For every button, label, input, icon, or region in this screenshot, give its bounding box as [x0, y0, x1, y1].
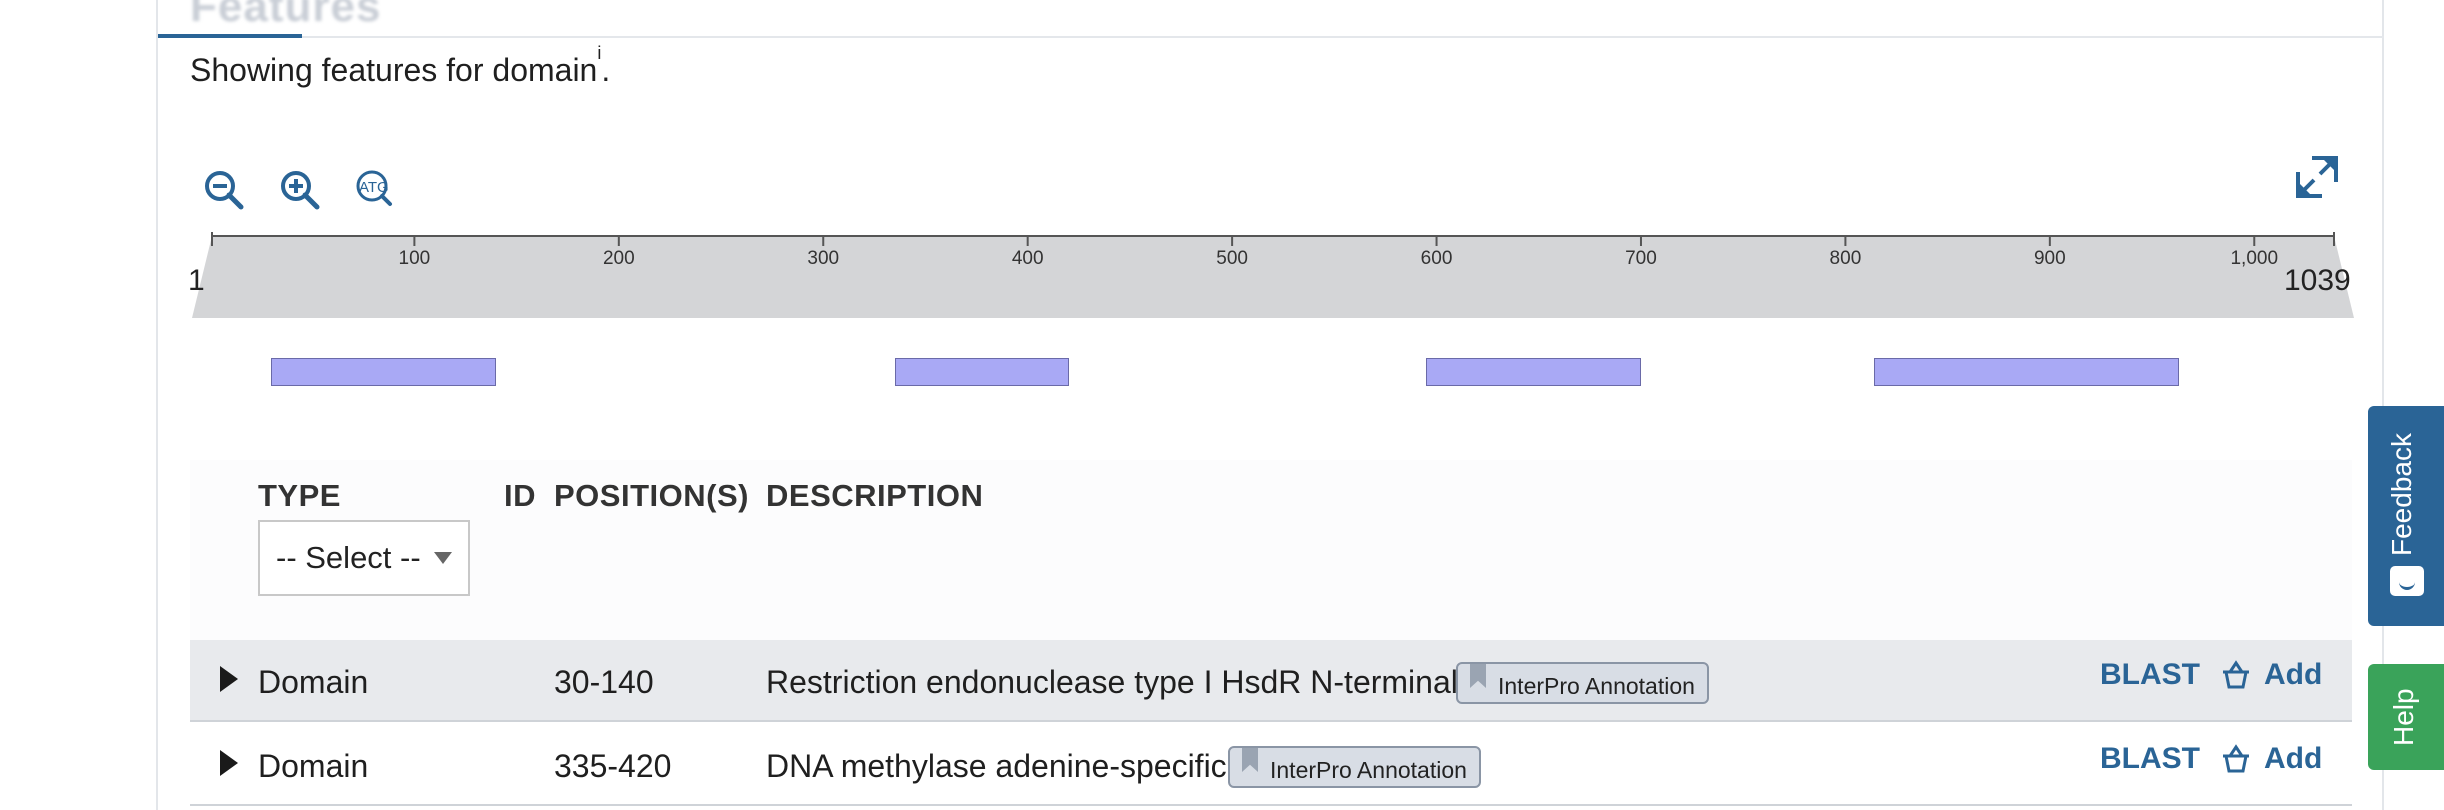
help-tab[interactable]: Help [2368, 664, 2444, 770]
type-filter-value: -- Select -- [276, 540, 421, 575]
ruler-tick-label: 300 [807, 248, 840, 269]
ruler-tick-label: 400 [1011, 248, 1044, 269]
ruler-tick-label: 200 [602, 248, 635, 269]
header-type[interactable]: TYPE [258, 478, 341, 514]
row-position: 30-140 [554, 664, 654, 700]
ruler-background [192, 232, 2354, 318]
blast-link[interactable]: BLAST [2100, 658, 2200, 692]
section-title: Features [190, 0, 382, 31]
bookmark-icon [1470, 664, 1486, 688]
header-id[interactable]: ID [504, 478, 536, 514]
ruler-end: 1039 [2284, 264, 2351, 297]
showing-text: Showing features for domaini. [190, 43, 611, 89]
badge-label: InterPro Annotation [1270, 757, 1467, 783]
row-position: 335-420 [554, 748, 672, 784]
title-accent [158, 34, 302, 38]
row-description: DNA methylase adenine-specific [766, 748, 1227, 784]
showing-label: Showing features for domain [190, 52, 598, 88]
interpro-badge[interactable]: InterPro Annotation [1228, 746, 1481, 788]
zoom-out-icon[interactable] [202, 168, 246, 212]
position-ruler: 100 200 300 400 500 600 700 800 900 1,000 1 1039 [188, 232, 2354, 318]
domain-feature-bar[interactable] [271, 358, 497, 386]
info-superscript[interactable]: i [597, 43, 601, 63]
table-header: TYPE ID POSITION(S) DESCRIPTION -- Selec… [190, 460, 2352, 640]
basket-icon[interactable] [2220, 744, 2252, 774]
ruler-tick-label: 700 [1625, 248, 1657, 269]
ruler-start: 1 [188, 264, 205, 297]
row-type: Domain [258, 664, 369, 700]
ruler-tick-label: 100 [398, 248, 431, 269]
bookmark-icon [1242, 748, 1258, 772]
type-filter-select[interactable]: -- Select -- [258, 520, 470, 596]
showing-suffix: . [601, 52, 611, 88]
domain-feature-bar[interactable] [1426, 358, 1641, 386]
feedback-tab[interactable]: Feedback [2368, 406, 2444, 626]
expand-icon[interactable] [2294, 154, 2340, 200]
ruler-tick-label: 1,000 [2230, 248, 2279, 269]
features-card: Features Showing features for domaini. A… [156, 0, 2384, 810]
row-description: Restriction endonuclease type I HsdR N-t… [766, 664, 1458, 700]
add-to-basket-link[interactable]: Add [2264, 658, 2322, 692]
ruler-tick-label: 600 [1420, 248, 1453, 269]
table-row[interactable]: Domain 30-140 Restriction endonuclease t… [190, 640, 2352, 722]
add-to-basket-link[interactable]: Add [2264, 742, 2322, 776]
row-type: Domain [258, 748, 369, 784]
blast-link[interactable]: BLAST [2100, 742, 2200, 776]
feedback-label: Feedback [2386, 433, 2417, 556]
expand-row-icon[interactable] [220, 666, 238, 692]
badge-label: InterPro Annotation [1498, 673, 1695, 699]
zoom-in-icon[interactable] [278, 168, 322, 212]
interpro-badge[interactable]: InterPro Annotation [1456, 662, 1709, 704]
ruler-tick-label: 900 [2033, 248, 2066, 269]
basket-icon[interactable] [2220, 660, 2252, 690]
expand-row-icon[interactable] [220, 750, 238, 776]
ruler-tick-label: 500 [1216, 248, 1248, 269]
domain-feature-bar[interactable] [894, 358, 1069, 386]
page: Features Showing features for domaini. A… [0, 0, 2444, 810]
header-description[interactable]: DESCRIPTION [766, 478, 983, 514]
domain-feature-bar[interactable] [1874, 358, 2179, 386]
title-divider [158, 36, 2384, 38]
chevron-down-icon [434, 552, 452, 564]
ruler-tick-label: 800 [1829, 248, 1862, 269]
atg-label: ATG [359, 179, 389, 196]
chat-icon [2390, 566, 2424, 596]
sequence-zoom-icon[interactable]: ATG [354, 168, 404, 212]
help-label: Help [2388, 688, 2419, 746]
header-positions[interactable]: POSITION(S) [554, 478, 749, 514]
table-row[interactable]: Domain 335-420 DNA methylase adenine-spe… [190, 724, 2352, 806]
